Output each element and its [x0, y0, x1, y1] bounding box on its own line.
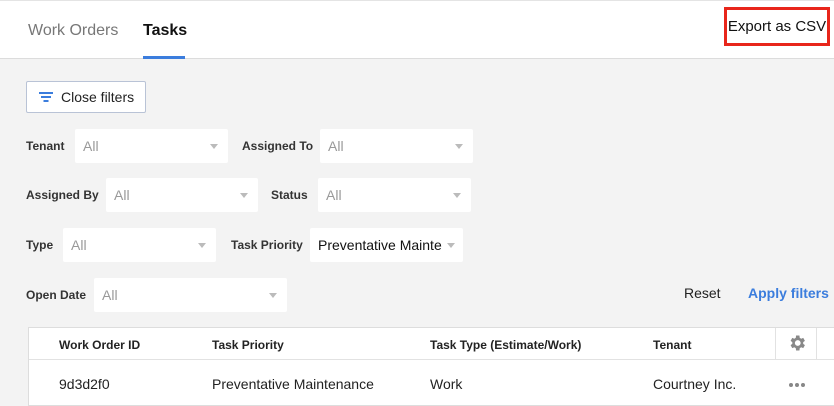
export-csv-button[interactable]: Export as CSV — [724, 7, 830, 46]
assigned-by-label: Assigned By — [26, 188, 99, 202]
header-divider — [29, 359, 834, 360]
cell-work-order-id: 9d3d2f0 — [59, 376, 110, 392]
status-select[interactable]: All — [318, 178, 471, 212]
close-filters-button[interactable]: Close filters — [26, 81, 146, 113]
cell-task-type: Work — [430, 376, 463, 392]
chevron-down-icon — [455, 144, 463, 149]
tab-tasks[interactable]: Tasks — [143, 22, 187, 40]
column-header-work-order-id[interactable]: Work Order ID — [59, 338, 140, 352]
tasks-table: Work Order ID Task Priority Task Type (E… — [28, 327, 834, 406]
filter-lines-icon — [39, 92, 53, 102]
filters-panel: Close filters Tenant All Assigned To All… — [0, 59, 834, 406]
task-priority-label: Task Priority — [231, 238, 303, 252]
status-label: Status — [271, 188, 308, 202]
reset-button[interactable]: Reset — [684, 285, 721, 301]
type-select-value: All — [71, 237, 87, 253]
type-select[interactable]: All — [63, 228, 216, 262]
cell-tenant: Courtney Inc. — [653, 376, 737, 392]
table-settings-cell[interactable] — [775, 328, 817, 359]
apply-filters-button[interactable]: Apply filters — [748, 285, 829, 301]
open-date-select-value: All — [102, 287, 118, 303]
assigned-to-select-value: All — [328, 138, 344, 154]
cell-task-priority: Preventative Maintenance — [212, 376, 374, 392]
chevron-down-icon — [269, 293, 277, 298]
status-select-value: All — [326, 187, 342, 203]
assigned-by-select-value: All — [114, 187, 130, 203]
top-tab-bar: Work Orders Tasks Export as CSV — [0, 0, 834, 59]
assigned-to-label: Assigned To — [242, 139, 314, 153]
column-header-task-priority[interactable]: Task Priority — [212, 338, 284, 352]
chevron-down-icon — [453, 193, 461, 198]
chevron-down-icon — [447, 243, 455, 248]
close-filters-label: Close filters — [61, 89, 135, 105]
tenant-select-value: All — [83, 138, 99, 154]
column-header-tenant[interactable]: Tenant — [653, 338, 691, 352]
chevron-down-icon — [240, 193, 248, 198]
tenant-label: Tenant — [26, 139, 65, 153]
chevron-down-icon — [210, 144, 218, 149]
gear-icon — [790, 335, 805, 351]
chevron-down-icon — [198, 243, 206, 248]
assigned-by-select[interactable]: All — [106, 178, 258, 212]
type-label: Type — [26, 238, 54, 252]
task-priority-select-value: Preventative Mainte — [318, 237, 442, 253]
tenant-select[interactable]: All — [75, 129, 228, 163]
more-horizontal-icon[interactable] — [789, 383, 805, 387]
open-date-label: Open Date — [26, 288, 87, 302]
task-priority-select[interactable]: Preventative Mainte — [310, 228, 463, 262]
column-header-task-type[interactable]: Task Type (Estimate/Work) — [430, 338, 581, 352]
tab-work-orders[interactable]: Work Orders — [28, 22, 118, 40]
open-date-select[interactable]: All — [94, 278, 287, 312]
assigned-to-select[interactable]: All — [320, 129, 473, 163]
